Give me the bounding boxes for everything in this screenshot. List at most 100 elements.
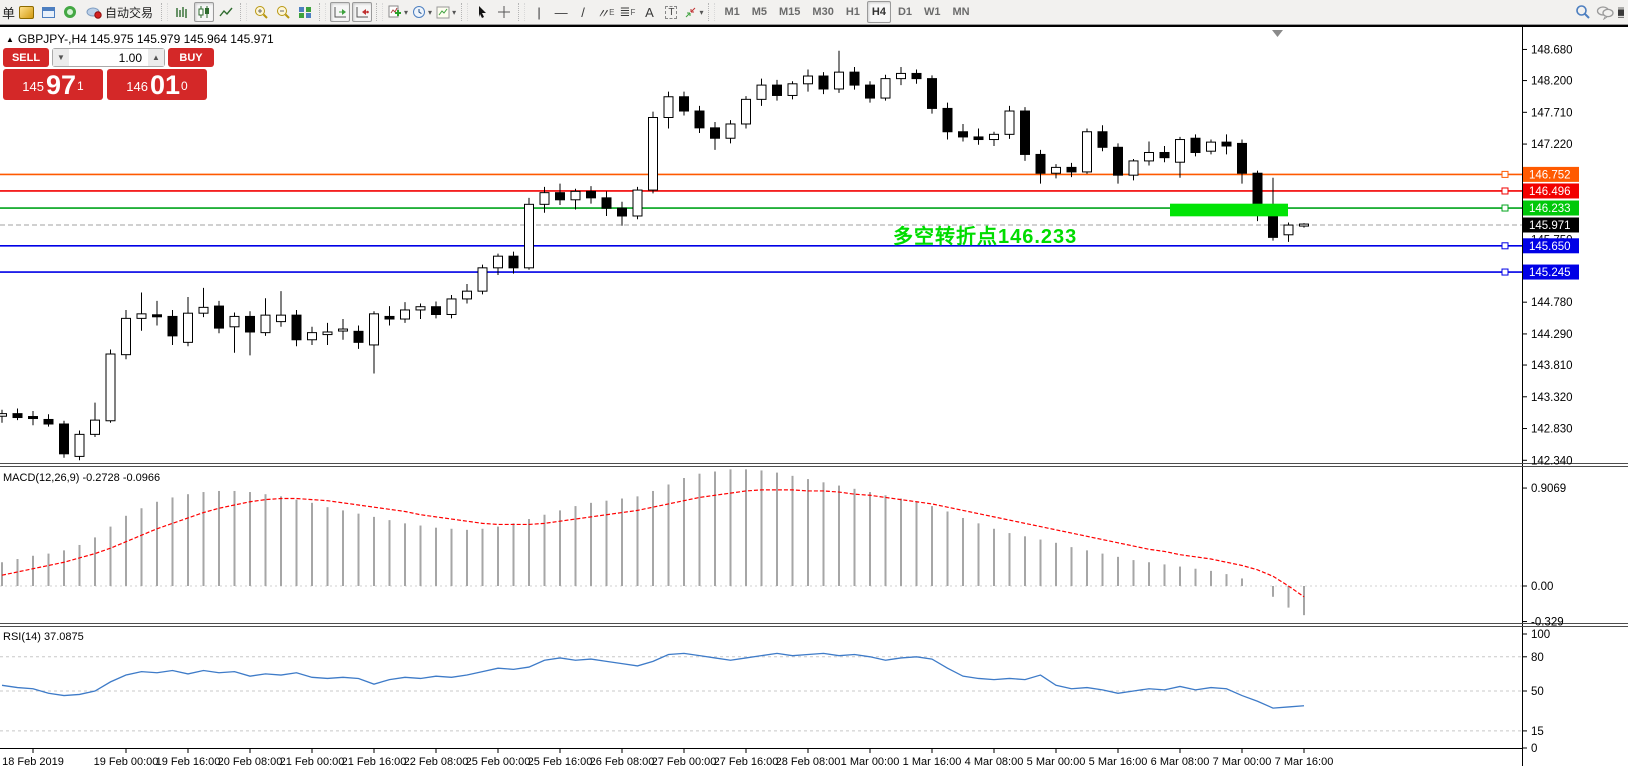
tab-d1[interactable]: D1 — [893, 1, 917, 23]
rsi-line — [2, 653, 1304, 708]
time-label[interactable]: 27 Feb 16:00 — [714, 756, 779, 768]
gold-cube-icon[interactable] — [16, 2, 36, 22]
buy-button[interactable]: BUY — [168, 48, 214, 67]
chart-candles-button[interactable] — [194, 2, 214, 22]
level-badge-label: 146.233 — [1529, 203, 1571, 215]
volume-down-button[interactable]: ▼ — [53, 49, 69, 66]
tab-h1[interactable]: H1 — [841, 1, 865, 23]
time-label[interactable]: 19 Feb 16:00 — [156, 756, 221, 768]
macd-tick-label: 0.9069 — [1531, 483, 1566, 495]
time-label[interactable]: 20 Feb 08:00 — [218, 756, 283, 768]
level-line-handle[interactable] — [1502, 205, 1508, 211]
text-tool[interactable]: A — [639, 2, 659, 22]
candle — [478, 268, 487, 291]
level-line-handle[interactable] — [1502, 243, 1508, 249]
horizontal-line-tool[interactable]: — — [551, 2, 571, 22]
level-line-handle[interactable] — [1502, 171, 1508, 177]
price-tick-label: 143.320 — [1531, 392, 1573, 404]
trendline-tool[interactable]: / — [573, 2, 593, 22]
auto-scroll-button[interactable] — [330, 2, 350, 22]
tab-w1[interactable]: W1 — [919, 1, 946, 23]
arrows-icon — [684, 6, 697, 19]
tile-windows-button[interactable] — [295, 2, 315, 22]
pivot-highlight-rect[interactable] — [1170, 204, 1288, 217]
vertical-line-tool[interactable]: | — [529, 2, 549, 22]
time-label[interactable]: 25 Feb 00:00 — [466, 756, 531, 768]
buy-price-display[interactable]: 146 01 0 — [107, 69, 207, 100]
chart-line-button[interactable] — [216, 2, 236, 22]
panel-collapse-arrow[interactable]: ▲ — [6, 35, 14, 44]
level-line-handle[interactable] — [1502, 269, 1508, 275]
new-order-button[interactable]: 单 — [2, 3, 15, 22]
chart-shift-button[interactable] — [352, 2, 372, 22]
tab-m5[interactable]: M5 — [747, 1, 772, 23]
chat-button[interactable] — [1595, 2, 1615, 22]
current-price-label: 145.971 — [1529, 220, 1571, 232]
time-label[interactable]: 19 Feb 00:00 — [94, 756, 159, 768]
time-label[interactable]: 28 Feb 08:00 — [776, 756, 841, 768]
zoom-in-icon — [254, 5, 269, 20]
autotrading-button[interactable]: 自动交易 — [82, 2, 157, 22]
candle — [416, 307, 425, 310]
level-line-handle[interactable] — [1502, 188, 1508, 194]
tab-m30[interactable]: M30 — [807, 1, 838, 23]
level-badge-label: 146.496 — [1529, 186, 1571, 198]
candle — [29, 417, 38, 419]
time-label[interactable]: 25 Feb 16:00 — [528, 756, 593, 768]
time-label[interactable]: 7 Mar 16:00 — [1275, 756, 1334, 768]
tile-windows-icon — [298, 6, 312, 19]
sell-price-display[interactable]: 145 97 1 — [3, 69, 103, 100]
crosshair-tool-button[interactable] — [494, 2, 514, 22]
level-badge-label: 145.650 — [1529, 241, 1571, 253]
time-label[interactable]: 18 Feb 2019 — [2, 756, 64, 768]
time-label[interactable]: 21 Feb 00:00 — [280, 756, 345, 768]
candle — [168, 316, 177, 335]
time-label[interactable]: 26 Feb 08:00 — [590, 756, 655, 768]
templates-button[interactable]: ▾ — [435, 2, 457, 22]
channel-icon: 〃 — [596, 3, 609, 22]
candle — [1269, 213, 1278, 237]
time-label[interactable]: 21 Feb 16:00 — [342, 756, 407, 768]
pivot-annotation-text[interactable]: 多空转折点146.233 — [893, 220, 1077, 249]
cursor-arrow-icon — [476, 5, 488, 19]
search-button[interactable] — [1573, 2, 1593, 22]
zoom-in-button[interactable] — [251, 2, 271, 22]
metaeditor-button[interactable] — [38, 2, 58, 22]
time-label[interactable]: 5 Mar 16:00 — [1089, 756, 1148, 768]
tab-h4[interactable]: H4 — [867, 1, 891, 23]
indicators-button[interactable]: ▾ — [387, 2, 409, 22]
time-label[interactable]: 22 Feb 08:00 — [404, 756, 469, 768]
time-label[interactable]: 1 Mar 16:00 — [903, 756, 962, 768]
arrows-tool[interactable]: ▾ — [683, 2, 704, 22]
candle — [866, 85, 875, 98]
overflow-icon: ▣ — [1617, 4, 1625, 20]
tab-mn[interactable]: MN — [948, 1, 975, 23]
time-label[interactable]: 5 Mar 00:00 — [1027, 756, 1086, 768]
volume-value[interactable]: 1.00 — [69, 49, 148, 66]
candle — [525, 204, 534, 268]
toolbar-overflow-button[interactable]: ▣ — [1617, 2, 1625, 22]
time-label[interactable]: 27 Feb 00:00 — [652, 756, 717, 768]
time-label[interactable]: 6 Mar 08:00 — [1151, 756, 1210, 768]
tab-m1[interactable]: M1 — [719, 1, 744, 23]
candle — [1098, 132, 1107, 148]
time-label[interactable]: 1 Mar 00:00 — [841, 756, 900, 768]
indicator-add-icon — [388, 5, 402, 19]
candle — [137, 314, 146, 319]
price-tick-label: 142.830 — [1531, 424, 1573, 436]
chat-icon — [1596, 5, 1614, 20]
zoom-out-button[interactable] — [273, 2, 293, 22]
chart-bars-button[interactable] — [172, 2, 192, 22]
signals-button[interactable] — [60, 2, 80, 22]
chart-canvas[interactable]: 148.680148.200147.710147.220145.750144.7… — [0, 26, 1628, 774]
volume-up-button[interactable]: ▲ — [148, 49, 164, 66]
cursor-tool-button[interactable] — [472, 2, 492, 22]
sell-button[interactable]: SELL — [3, 48, 49, 67]
tab-m15[interactable]: M15 — [774, 1, 805, 23]
time-label[interactable]: 4 Mar 08:00 — [965, 756, 1024, 768]
text-label-tool[interactable]: T — [661, 2, 681, 22]
time-label[interactable]: 7 Mar 00:00 — [1213, 756, 1272, 768]
periods-button[interactable]: ▾ — [411, 2, 433, 22]
fibonacci-tool[interactable]: ≣F — [617, 2, 637, 22]
channel-tool[interactable]: 〃E — [595, 2, 615, 22]
